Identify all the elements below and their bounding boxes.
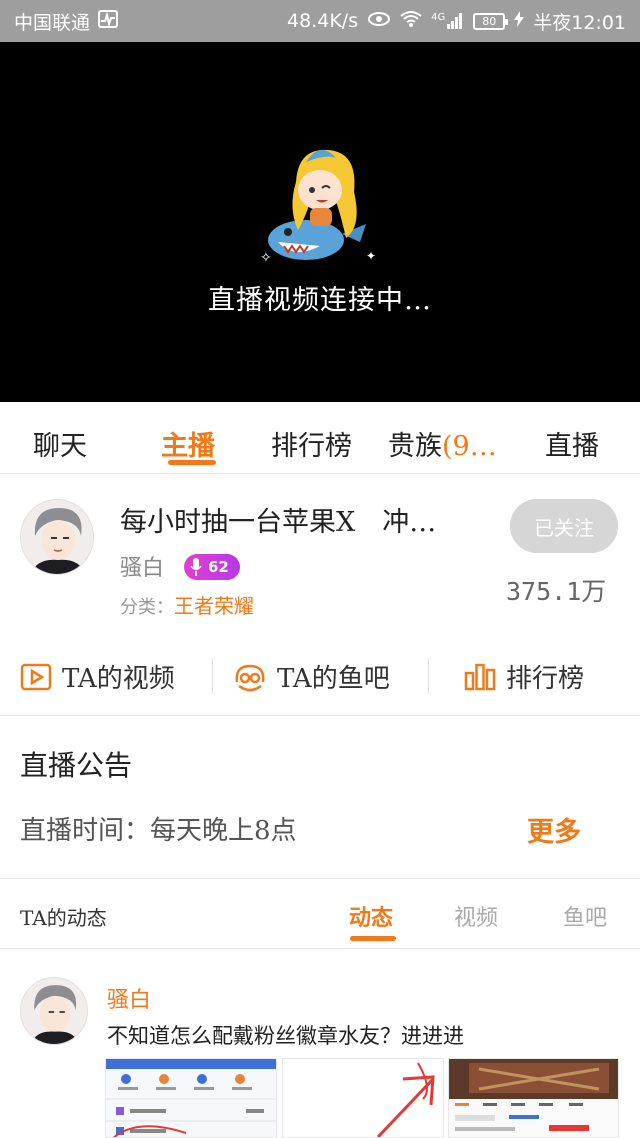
videos-label: TA的视频 bbox=[62, 664, 175, 694]
dynamics-tab-posts[interactable]: 动态 bbox=[349, 900, 393, 932]
microphone-icon bbox=[190, 558, 202, 576]
category-value[interactable]: 王者荣耀 bbox=[174, 594, 254, 618]
network-speed: 48.4K/s bbox=[287, 10, 359, 32]
signal-icon: 4G bbox=[431, 12, 464, 30]
tab-nobles-count: (9… bbox=[442, 431, 497, 462]
mascot-loading-icon: ✧ ✦ bbox=[260, 149, 376, 266]
status-bar: 中国联通 48.4K/s 4G 80 半夜12:01 bbox=[0, 0, 640, 42]
post-image-1[interactable] bbox=[105, 1058, 277, 1138]
wifi-icon bbox=[400, 10, 422, 33]
annotation-thumbnail-icon bbox=[283, 1059, 443, 1137]
tab-live[interactable]: 直播 bbox=[545, 424, 599, 463]
category-label: 分类： bbox=[120, 597, 174, 618]
notice-body: 直播时间：每天晚上8点 bbox=[20, 816, 297, 846]
svg-text:✧: ✧ bbox=[260, 250, 272, 266]
dynamics-title: TA的动态 bbox=[20, 906, 107, 930]
activity-icon bbox=[98, 9, 119, 33]
battery-icon: 80 bbox=[473, 12, 509, 30]
carrier-label: 中国联通 bbox=[14, 11, 91, 34]
post-image-2[interactable] bbox=[282, 1058, 444, 1138]
notice-more-link[interactable]: 更多 bbox=[527, 810, 581, 849]
tab-nobles[interactable]: 贵族(9… bbox=[388, 424, 497, 463]
ranking-button[interactable]: 排行榜 bbox=[464, 658, 584, 695]
fishbar-button[interactable]: TA的鱼吧 bbox=[233, 658, 390, 695]
videos-button[interactable]: TA的视频 bbox=[20, 658, 175, 695]
post-author-avatar[interactable] bbox=[20, 977, 88, 1045]
avatar-image-icon bbox=[21, 978, 87, 1044]
tab-chat[interactable]: 聊天 bbox=[33, 424, 87, 463]
eye-icon bbox=[367, 10, 391, 32]
tab-nobles-label: 贵族 bbox=[388, 431, 442, 462]
anchor-room-title: 每小时抽一台苹果X 冲… bbox=[120, 507, 437, 538]
anchor-name: 骚白 bbox=[120, 556, 165, 581]
anchor-level: 62 bbox=[208, 558, 229, 576]
dynamics-active-indicator bbox=[350, 936, 396, 941]
section-divider bbox=[0, 878, 640, 879]
section-divider bbox=[0, 948, 640, 949]
game-screenshot-thumbnail-icon bbox=[449, 1059, 618, 1137]
post-image-3[interactable] bbox=[448, 1058, 619, 1138]
charging-icon bbox=[514, 10, 525, 32]
tab-ranking[interactable]: 排行榜 bbox=[271, 424, 352, 463]
video-loading-text: 直播视频连接中… bbox=[208, 285, 432, 316]
fishbar-label: TA的鱼吧 bbox=[277, 664, 390, 694]
video-icon bbox=[20, 663, 52, 690]
anchor-category: 分类：王者荣耀 bbox=[120, 590, 254, 619]
rank-icon bbox=[464, 663, 496, 690]
svg-text:✦: ✦ bbox=[366, 249, 376, 263]
fan-count: 375.1万 bbox=[506, 577, 607, 606]
anchor-avatar[interactable] bbox=[20, 499, 94, 575]
tab-anchor[interactable]: 主播 bbox=[161, 424, 215, 463]
post-author-name[interactable]: 骚白 bbox=[107, 982, 151, 1014]
screenshot-thumbnail-icon bbox=[106, 1059, 276, 1137]
action-divider bbox=[212, 658, 213, 694]
fishbar-icon bbox=[235, 664, 265, 691]
action-divider bbox=[428, 658, 429, 694]
network-type: 4G bbox=[431, 12, 446, 23]
dynamics-tab-videos[interactable]: 视频 bbox=[454, 900, 498, 932]
anchor-level-badge: 62 bbox=[184, 554, 240, 580]
tab-active-indicator bbox=[168, 460, 216, 465]
video-player[interactable]: ✧ ✦ 直播视频连接中… bbox=[0, 42, 640, 402]
post-text[interactable]: 不知道怎么配戴粉丝徽章水友？进进进 bbox=[107, 1020, 464, 1050]
battery-level: 80 bbox=[482, 14, 497, 28]
clock: 半夜12:01 bbox=[533, 11, 626, 34]
room-tabs: 聊天 主播 排行榜 贵族(9… 直播 bbox=[0, 402, 640, 474]
dynamics-tab-fishbar[interactable]: 鱼吧 bbox=[563, 900, 607, 932]
avatar-image-icon bbox=[21, 500, 93, 574]
ranking-label: 排行榜 bbox=[506, 664, 585, 694]
follow-button[interactable]: 已关注 bbox=[510, 499, 618, 553]
notice-title: 直播公告 bbox=[20, 749, 133, 782]
anchor-actions: TA的视频 TA的鱼吧 排行榜 bbox=[0, 640, 640, 716]
